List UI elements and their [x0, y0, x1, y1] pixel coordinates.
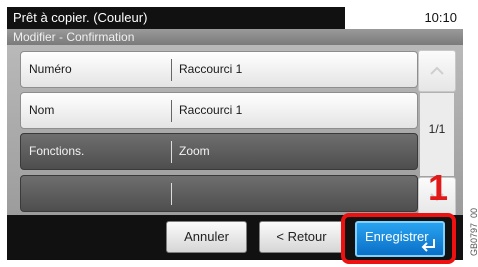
step-number: 1: [428, 167, 449, 208]
page-indicator: 1/1: [428, 122, 446, 136]
row-nom[interactable]: Nom Raccourci 1: [20, 92, 418, 129]
row-empty[interactable]: [20, 175, 418, 212]
save-button[interactable]: Enregistrer: [355, 221, 445, 257]
row-label: Fonctions.: [29, 144, 85, 158]
row-label: Numéro: [29, 62, 72, 76]
copier-panel: Prêt à copier. (Couleur) 10:10 Modifier …: [0, 0, 463, 267]
row-value: Raccourci 1: [179, 103, 243, 117]
cancel-button[interactable]: Annuler: [166, 221, 247, 253]
row-label: Nom: [29, 103, 55, 117]
back-button[interactable]: < Retour: [259, 221, 344, 253]
row-divider: [171, 100, 172, 122]
content-area: Numéro Raccourci 1 Nom Raccourci 1 Fonct…: [7, 45, 463, 215]
save-button-label: Enregistrer: [365, 229, 429, 244]
status-bar: Prêt à copier. (Couleur) 10:10: [7, 7, 463, 29]
chevron-up-icon: [430, 66, 444, 75]
row-value: Raccourci 1: [179, 62, 243, 76]
figure-code: GB0797_00: [469, 207, 478, 256]
row-numero[interactable]: Numéro Raccourci 1: [20, 51, 418, 88]
row-divider: [171, 183, 172, 205]
status-time-area: 10:10: [345, 7, 463, 29]
row-fonctions[interactable]: Fonctions. Zoom: [20, 133, 418, 170]
screen-subtitle: Modifier - Confirmation: [7, 29, 463, 45]
enter-icon: [421, 239, 435, 252]
status-title: Prêt à copier. (Couleur): [7, 7, 340, 29]
scroll-up-button[interactable]: [418, 50, 456, 92]
row-value: Zoom: [179, 144, 210, 158]
row-divider: [171, 59, 172, 81]
status-time: 10:10: [424, 10, 457, 25]
row-divider: [171, 141, 172, 163]
